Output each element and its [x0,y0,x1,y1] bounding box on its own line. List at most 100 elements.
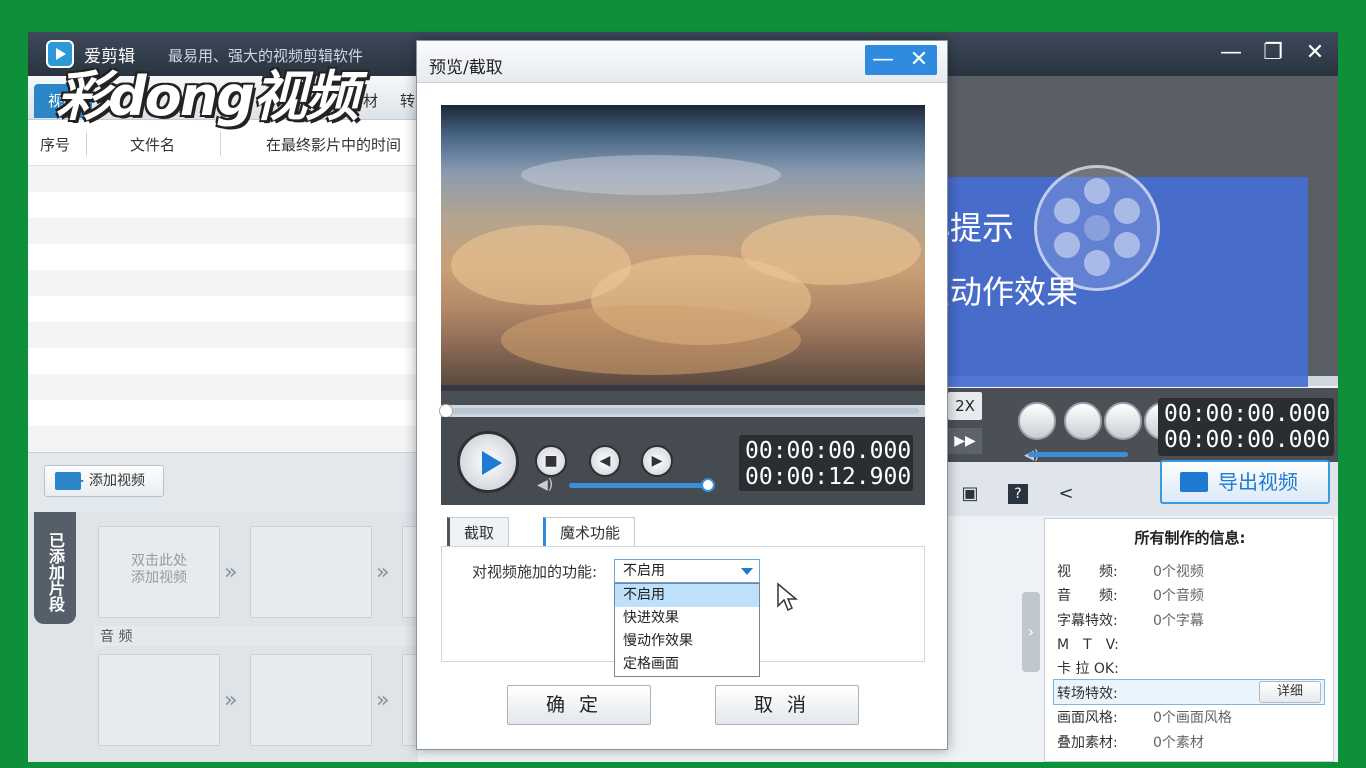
speaker-icon: ◀) [537,477,554,493]
clip-placeholder-text: 双击此处 添加视频 [131,553,187,586]
audio-track-bar [94,626,418,646]
info-value-subtitle: 0个字幕 [1153,613,1204,629]
magic-function-select[interactable]: 不启用 [614,559,760,583]
speed-button[interactable]: 2X [948,392,982,420]
details-button[interactable]: 详细 [1259,681,1321,703]
main-stop-button[interactable] [1064,402,1102,440]
chevron-right-icon: » [376,688,390,713]
header-index[interactable]: 序号 [40,134,70,155]
chevron-down-icon [741,568,753,575]
maximize-button[interactable]: ❐ [1256,38,1290,68]
column-divider [86,132,87,156]
dialog-seek-bar[interactable] [439,404,925,418]
dialog-close-button[interactable]: ✕ [901,45,937,75]
play-button[interactable] [457,431,519,493]
added-clips-tab[interactable]: 已添加片段 [34,512,76,624]
header-filename[interactable]: 文件名 [130,134,175,155]
chevron-right-icon: » [224,560,238,585]
dialog-title: 预览/截取 [429,58,503,78]
export-video-button[interactable]: 导出视频 [1160,460,1330,504]
option-fast-forward[interactable]: 快进效果 [615,607,759,630]
info-label-overlay: 叠加素材: [1057,735,1118,751]
empty-clip-slot[interactable] [98,654,220,746]
close-button[interactable]: ✕ [1298,38,1332,68]
list-item[interactable] [28,348,418,374]
empty-clip-slot[interactable]: 双击此处 添加视频 [98,526,220,618]
list-item[interactable] [28,270,418,296]
cancel-button[interactable]: 取消 [715,685,859,725]
dialog-window-buttons: — ✕ [865,45,937,75]
dialog-title-bar: 预览/截取 — ✕ [417,41,947,83]
video-preview[interactable] [441,105,925,391]
info-label-transition: 转场特效: [1057,686,1118,702]
option-slow-motion[interactable]: 慢动作效果 [615,630,759,653]
add-film-icon [55,466,85,496]
column-divider [220,132,221,156]
main-volume-slider[interactable] [1028,452,1128,457]
info-value-audio: 0个音频 [1153,588,1204,604]
seek-handle[interactable] [439,404,453,418]
option-freeze-frame[interactable]: 定格画面 [615,653,759,676]
info-label-subtitle: 字幕特效: [1057,613,1118,629]
list-item[interactable] [28,426,418,452]
tab-transition[interactable]: 转 [400,84,415,118]
info-value-overlay: 0个素材 [1153,735,1204,751]
save-icon[interactable]: ▣ [960,484,980,504]
chevron-right-icon: » [376,560,390,585]
watermark-logo: 彩dong视频 [56,65,359,128]
option-disabled[interactable]: 不启用 [615,584,759,607]
share-icon[interactable]: < [1056,484,1076,504]
info-label-audio: 音 频: [1057,588,1118,604]
dialog-player: ⌄ ■ ◀ ▶ ◀) 00:00:00.000 00:00:12.900 [439,105,925,505]
info-value-style: 0个画面风格 [1153,710,1232,726]
info-value-video: 0个视频 [1153,564,1204,580]
info-title: 所有制作的信息: [1134,529,1246,547]
tab-magic[interactable]: 魔术功能 [543,517,636,547]
list-item[interactable] [28,322,418,348]
magic-function-label: 对视频施加的功能: [472,563,598,581]
main-time-total: 00:00:00.000 [1164,427,1331,453]
time-current: 00:00:00.000 [745,438,912,464]
stop-button[interactable]: ■ [535,445,567,477]
next-frame-button[interactable]: ▶ [641,445,673,477]
main-prev-frame-button[interactable] [1104,402,1142,440]
dialog-minimize-button[interactable]: — [865,45,901,75]
chevron-right-icon: » [224,688,238,713]
list-item[interactable] [28,244,418,270]
list-item[interactable] [28,218,418,244]
info-label-video: 视 频: [1057,564,1118,580]
main-play-button[interactable] [1018,402,1056,440]
add-video-bar: 添加视频 [28,452,418,512]
clip-timeline: 已添加片段 双击此处 添加视频 » » 音 频 » » [28,512,524,762]
list-item[interactable] [28,296,418,322]
info-label-mtv: M T V: [1057,637,1119,653]
info-label-style: 画面风格: [1057,710,1118,726]
list-item[interactable] [28,374,418,400]
dialog-controls: ■ ◀ ▶ ◀) 00:00:00.000 00:00:12.900 [441,417,925,505]
dialog-time-display: 00:00:00.000 00:00:12.900 [739,435,913,491]
help-icon[interactable]: ? [1008,484,1028,504]
list-item[interactable] [28,400,418,426]
info-label-karaoke: 卡 拉 OK: [1057,661,1119,677]
tab-trim[interactable]: 截取 [447,517,510,547]
list-item[interactable] [28,192,418,218]
minimize-button[interactable]: — [1214,38,1248,68]
empty-clip-slot[interactable] [250,526,372,618]
mouse-cursor-icon [777,582,798,612]
prev-frame-button[interactable]: ◀ [589,445,621,477]
file-list[interactable] [28,166,418,452]
list-item[interactable] [28,166,418,192]
fast-forward-icon[interactable]: ▶▶ [948,428,982,454]
ok-button[interactable]: 确定 [507,685,651,725]
collapse-panel-button[interactable]: › [1022,592,1040,672]
select-value: 不启用 [623,563,665,579]
main-time-display: 00:00:00.000 00:00:00.000 [1158,398,1334,456]
time-total: 00:00:12.900 [745,464,912,490]
export-icon [1180,472,1208,492]
magic-panel: 对视频施加的功能: 不启用 不启用 快进效果 慢动作效果 定格画面 [441,546,925,677]
add-video-button[interactable]: 添加视频 [44,465,164,497]
empty-clip-slot[interactable] [250,654,372,746]
volume-slider[interactable] [569,478,715,492]
preview-trim-dialog: 预览/截取 — ✕ ⌄ ■ ◀ ▶ ◀) 00:00:00.000 [416,40,948,750]
header-time[interactable]: 在最终影片中的时间 [266,134,401,155]
